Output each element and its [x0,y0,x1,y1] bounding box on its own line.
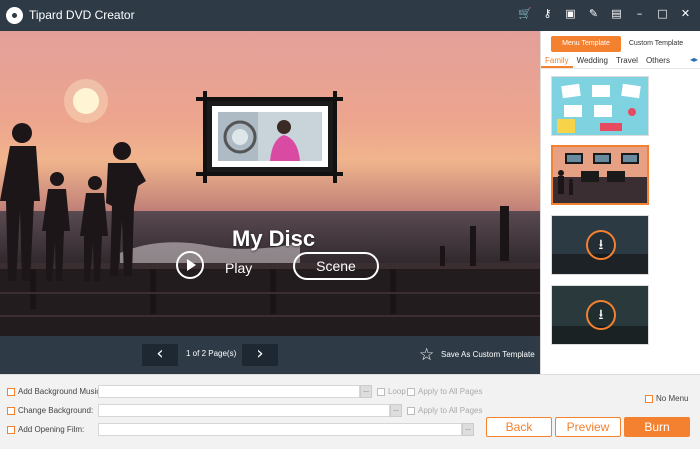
chevron-left-icon: ‹ [156,343,164,364]
bg-apply-all-label: Apply to All Pages [418,406,483,415]
tab-custom-template[interactable]: Custom Template [621,36,691,52]
save-icon[interactable]: ▣ [564,7,577,21]
template-category-tabs: Family Wedding Travel Others ◂▸ [541,55,700,69]
cart-icon[interactable]: 🛒 [518,7,532,21]
key-icon[interactable]: ⚷ [541,7,554,21]
bg-image-path-input[interactable] [98,404,390,417]
music-apply-all-option: Apply to All Pages [407,385,482,398]
star-icon[interactable]: ☆ [419,345,434,365]
template-preview-image [552,77,648,135]
tab-menu-template[interactable]: Menu Template [551,36,621,52]
message-icon[interactable]: ▤ [610,7,623,21]
bg-music-path-input[interactable] [98,385,360,398]
opening-film-label: Add Opening Film: [18,425,85,434]
play-icon[interactable] [176,251,204,279]
category-travel[interactable]: Travel [612,55,642,68]
close-icon[interactable]: ✕ [679,7,692,21]
download-icon: ⭳ [598,237,604,253]
browse-music-button[interactable]: ... [360,385,372,398]
opening-film-checkbox[interactable] [7,425,15,434]
app-title: Tipard DVD Creator [29,8,135,22]
loop-checkbox[interactable] [377,387,385,396]
opening-film-option: Add Opening Film: [7,423,84,436]
menu-preview: My Disc Play Scene [0,31,540,336]
template-thumbnail-4[interactable]: ⭳ [551,285,649,345]
page-navigation-bar: ‹ 1 of 2 Page(s) › ☆ Save As Custom Temp… [0,336,540,374]
scene-button[interactable]: Scene [293,252,379,280]
play-label[interactable]: Play [225,260,252,276]
burn-button[interactable]: Burn [624,417,690,437]
change-bg-label: Change Background: [18,406,94,415]
app-logo-icon [6,7,23,24]
music-apply-all-checkbox[interactable] [407,387,415,396]
previous-page-button[interactable]: ‹ [142,344,178,366]
title-bar: Tipard DVD Creator 🛒 ⚷ ▣ ✎ ▤ – □ ✕ [0,0,700,31]
change-bg-option: Change Background: [7,404,93,417]
more-categories-icon[interactable]: ◂▸ [690,55,698,64]
music-apply-all-label: Apply to All Pages [418,387,483,396]
window-controls: 🛒 ⚷ ▣ ✎ ▤ – □ ✕ [518,7,692,21]
loop-label: Loop [388,387,406,396]
template-preview-image [553,147,647,203]
no-menu-option: No Menu [645,394,688,403]
browse-background-button[interactable]: ... [390,404,402,417]
template-panel: Menu Template Custom Template Family Wed… [540,31,700,376]
bg-music-checkbox[interactable] [7,387,15,396]
preview-background [0,31,540,336]
download-template-button[interactable]: ⭳ [586,300,616,330]
bg-music-label: Add Background Music: [18,387,103,396]
bg-apply-all-option: Apply to All Pages [407,404,482,417]
preview-button[interactable]: Preview [555,417,621,437]
back-button[interactable]: Back [486,417,552,437]
browse-film-button[interactable]: ... [462,423,474,436]
category-family[interactable]: Family [541,55,573,68]
no-menu-checkbox[interactable] [645,394,653,403]
change-bg-checkbox[interactable] [7,406,15,415]
next-page-button[interactable]: › [242,344,278,366]
download-icon: ⭳ [598,307,604,323]
template-thumbnail-2[interactable] [551,145,649,205]
maximize-icon[interactable]: □ [656,7,669,21]
template-type-tabs: Menu Template Custom Template [551,36,691,52]
no-menu-label: No Menu [656,394,689,403]
template-thumbnail-3[interactable]: ⭳ [551,215,649,275]
bg-music-option: Add Background Music: [7,385,103,398]
opening-film-path-input[interactable] [98,423,462,436]
minimize-icon[interactable]: – [633,7,646,21]
feedback-icon[interactable]: ✎ [587,7,600,21]
loop-option: Loop [377,385,406,398]
category-wedding[interactable]: Wedding [573,55,612,68]
category-others[interactable]: Others [642,55,674,68]
chevron-right-icon: › [256,343,264,364]
download-template-button[interactable]: ⭳ [586,230,616,260]
page-indicator: 1 of 2 Page(s) [186,349,237,358]
bg-apply-all-checkbox[interactable] [407,406,415,415]
template-thumbnail-1[interactable] [551,76,649,136]
disc-title[interactable]: My Disc [232,226,315,252]
save-as-custom-template-button[interactable]: Save As Custom Template [441,350,535,359]
menu-options-panel: Add Background Music: ... Loop Apply to … [0,374,700,449]
